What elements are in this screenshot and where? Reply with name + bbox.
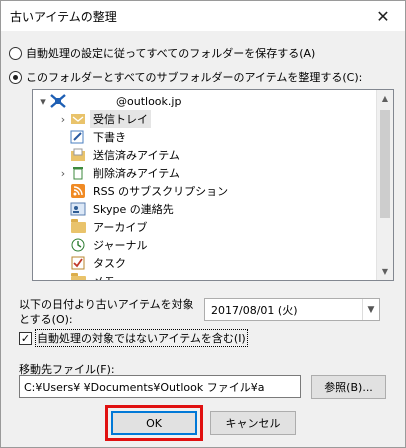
radio-archive-this-label: このフォルダーとすべてのサブフォルダーのアイテムを整理する(C): bbox=[26, 71, 363, 84]
scroll-up-icon[interactable]: ▲ bbox=[377, 90, 393, 107]
chevron-right-icon[interactable]: › bbox=[56, 113, 70, 126]
tree-item-label: @outlook.jp bbox=[116, 94, 182, 108]
tree-item[interactable]: 下書き bbox=[56, 128, 129, 146]
radio-archive-this-folder[interactable]: このフォルダーとすべてのサブフォルダーのアイテムを整理する(C): bbox=[9, 69, 362, 85]
inbox-icon bbox=[70, 112, 86, 126]
destination-path-input[interactable]: C:¥Users¥ ¥Documents¥Outlook ファイル¥a bbox=[19, 375, 301, 398]
tree-item-label: 送信済みアイテム bbox=[93, 149, 180, 162]
tree-item-label: メモ bbox=[90, 272, 118, 280]
close-icon[interactable]: ✕ bbox=[361, 1, 405, 31]
include-checkbox[interactable]: ✓ bbox=[19, 331, 32, 345]
chevron-down-icon[interactable]: ▾ bbox=[36, 95, 50, 108]
tree-item[interactable]: Skype の連絡先 bbox=[56, 200, 177, 218]
tree-item[interactable]: RSS のサブスクリプション bbox=[56, 182, 231, 200]
date-filter-label: 以下の日付より古いアイテムを対象とする(O): bbox=[19, 298, 194, 326]
folder-tree-list: ▾ @outlook.jp › 受信トレイ下書き送信済みアイテム › 削除済みアイテム RS… bbox=[33, 90, 376, 280]
cancel-button[interactable]: キャンセル bbox=[210, 411, 296, 435]
tasks-icon bbox=[70, 256, 86, 270]
sent-icon bbox=[70, 148, 86, 162]
contacts-icon bbox=[70, 202, 86, 216]
radio-unchecked-icon[interactable] bbox=[9, 46, 22, 60]
tree-item[interactable]: メモ bbox=[56, 272, 118, 280]
tree-item[interactable]: › 受信トレイ bbox=[56, 110, 151, 128]
account-icon bbox=[50, 94, 66, 108]
tree-scrollbar[interactable]: ▲ ▼ bbox=[376, 90, 393, 280]
tree-item-label: アーカイブ bbox=[93, 221, 148, 234]
folder-icon bbox=[70, 218, 86, 234]
chevron-right-icon[interactable]: › bbox=[56, 167, 70, 180]
browse-button[interactable]: 参照(B)... bbox=[311, 375, 386, 399]
tree-item-label: RSS のサブスクリプション bbox=[93, 185, 229, 198]
chevron-down-icon[interactable]: ▼ bbox=[362, 299, 379, 320]
include-unarchived-checkbox-row[interactable]: ✓ 自動処理の対象ではないアイテムを含む(I) bbox=[19, 329, 248, 347]
tree-item[interactable]: ジャーナル bbox=[56, 236, 150, 254]
tree-item-label: 削除済みアイテム bbox=[93, 167, 180, 180]
ok-button[interactable]: OK bbox=[111, 411, 197, 435]
dialog-title: 古いアイテムの整理 bbox=[10, 10, 117, 24]
radio-keep-all-settings[interactable]: 自動処理の設定に従ってすべてのフォルダーを保存する(A) bbox=[9, 45, 315, 61]
radio-keep-all-label: 自動処理の設定に従ってすべてのフォルダーを保存する(A) bbox=[26, 47, 316, 60]
include-checkbox-label: 自動処理の対象ではないアイテムを含む(I) bbox=[35, 329, 248, 347]
title-bar: 古いアイテムの整理 ✕ bbox=[1, 1, 405, 31]
tree-item-label: ジャーナル bbox=[93, 239, 148, 252]
date-dropdown[interactable]: 2017/08/01 (火) ▼ bbox=[204, 298, 380, 321]
trash-icon bbox=[70, 166, 86, 180]
tree-item-label: Skype の連絡先 bbox=[93, 203, 174, 216]
journal-icon bbox=[70, 238, 86, 252]
archive-dialog: 古いアイテムの整理 ✕ 自動処理の設定に従ってすべてのフォルダーを保存する(A)… bbox=[0, 0, 406, 448]
radio-checked-icon[interactable] bbox=[9, 70, 22, 84]
folder-icon bbox=[70, 272, 86, 280]
tree-item[interactable]: アーカイブ bbox=[56, 218, 150, 236]
rss-icon bbox=[70, 184, 86, 198]
tree-item-label: タスク bbox=[93, 257, 126, 270]
drafts-icon bbox=[70, 130, 86, 144]
scroll-down-icon[interactable]: ▼ bbox=[377, 263, 393, 280]
tree-item[interactable]: 送信済みアイテム bbox=[56, 146, 183, 164]
tree-item[interactable]: タスク bbox=[56, 254, 129, 272]
date-value: 2017/08/01 (火) bbox=[211, 303, 298, 317]
tree-item[interactable]: ▾ @outlook.jp bbox=[36, 92, 184, 110]
folder-tree[interactable]: ▾ @outlook.jp › 受信トレイ下書き送信済みアイテム › 削除済みアイテム RS… bbox=[32, 89, 394, 281]
tree-item-label: 下書き bbox=[93, 131, 126, 144]
tree-item[interactable]: › 削除済みアイテム bbox=[56, 164, 183, 182]
tree-item-label: 受信トレイ bbox=[90, 110, 151, 128]
scroll-thumb[interactable] bbox=[380, 110, 390, 218]
